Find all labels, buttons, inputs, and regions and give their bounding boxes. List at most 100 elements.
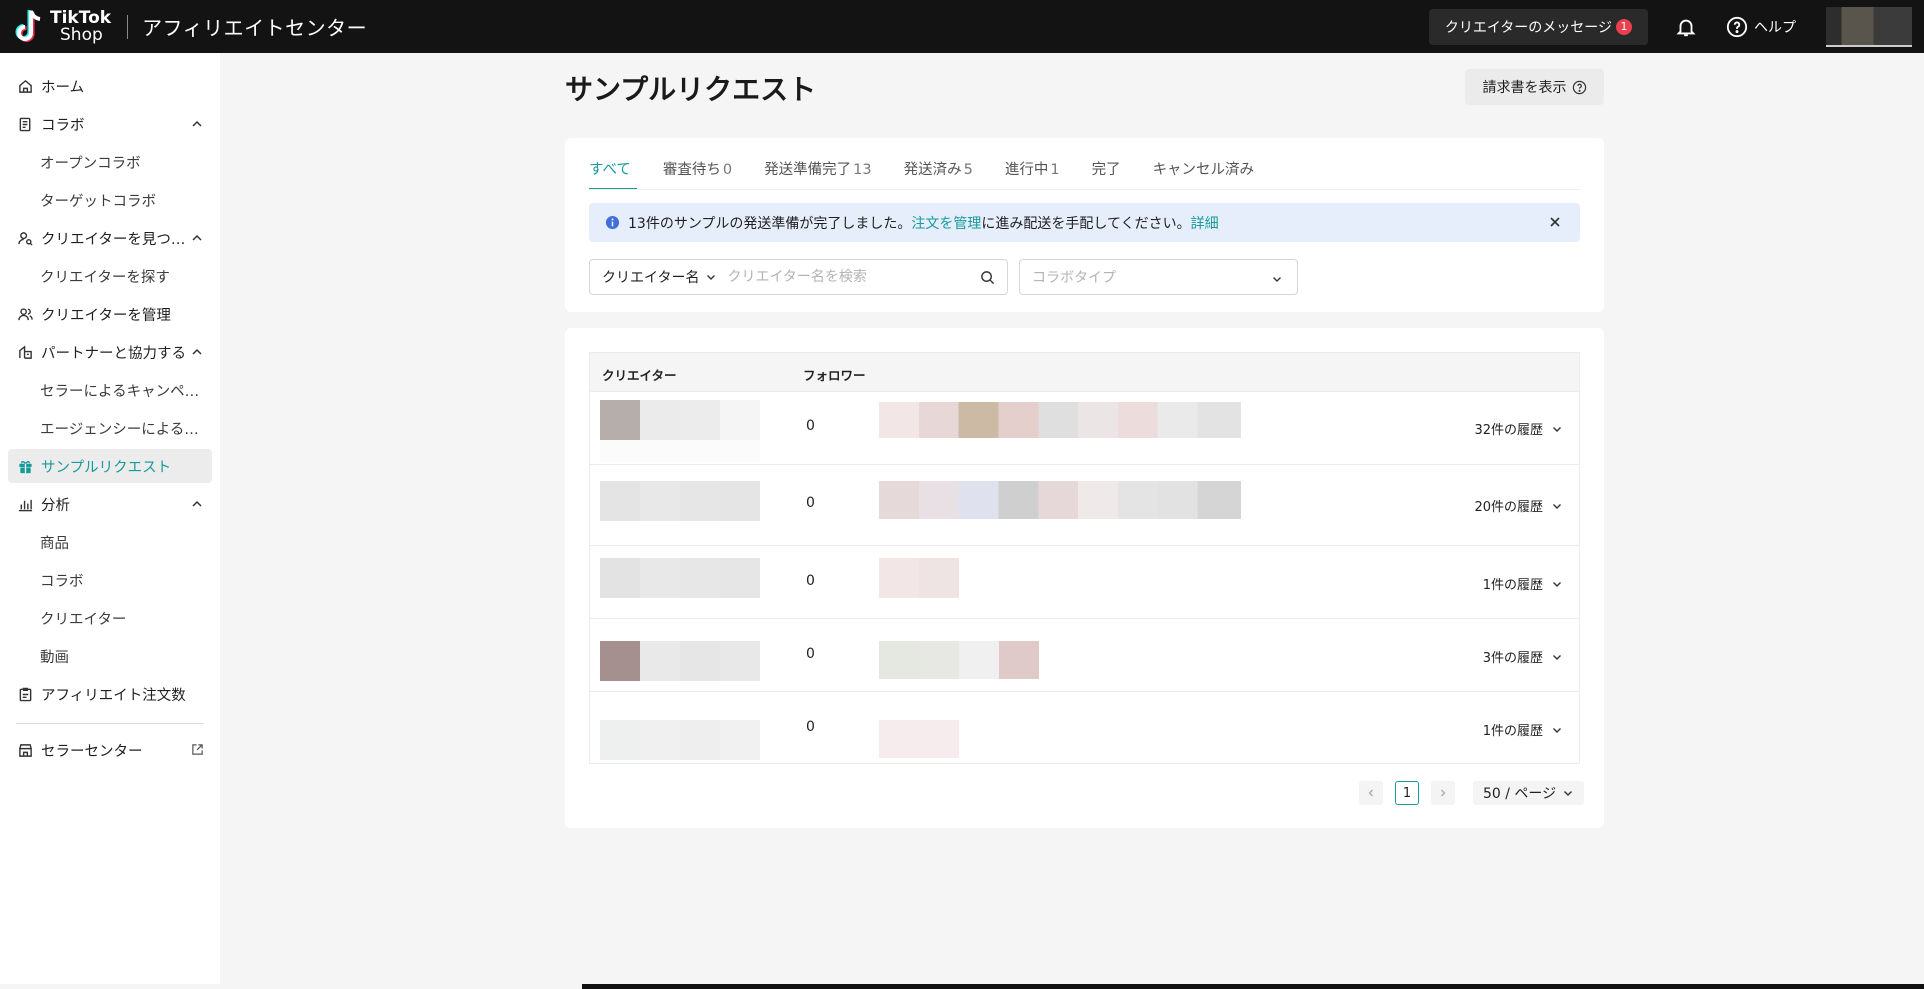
creator-avatar-redacted [600, 400, 760, 440]
tab-ready-to-ship[interactable]: 発送準備完了 13 [764, 160, 871, 190]
sidebar-item-products[interactable]: 商品 [40, 527, 69, 557]
table-row[interactable]: 0 1件の履歴 [590, 545, 1579, 618]
sidebar-item-find-creators[interactable]: クリエイターを見つ… [8, 221, 212, 255]
header-divider [127, 14, 129, 39]
page-size-select[interactable]: 50 / ページ [1473, 781, 1585, 805]
requests-table: クリエイター フォロワー 0 32件の履歴 0 20件の履歴 0 1件の履歴 0… [589, 352, 1580, 764]
filter-card: すべて 審査待ち 0 発送準備完了 13 発送済み 5 進行中 1 完了 キャンセル済み… [565, 138, 1604, 312]
follower-count: 0 [806, 573, 815, 589]
sidebar-item-label: セラーセンター [41, 743, 143, 760]
search-field-selector[interactable]: クリエイター名 [590, 260, 727, 294]
follower-count: 0 [806, 495, 815, 511]
tab-label: キャンセル済み [1152, 162, 1255, 178]
search-icon[interactable] [980, 270, 995, 285]
tab-label: 完了 [1091, 162, 1121, 178]
view-invoice-button[interactable]: 請求書を表示 [1465, 69, 1604, 105]
tab-in-progress[interactable]: 進行中 1 [1005, 160, 1060, 190]
chevron-right-icon [1441, 789, 1446, 797]
tab-cancelled[interactable]: キャンセル済み [1153, 160, 1255, 190]
tab-label: すべて [589, 162, 631, 178]
chevron-down-icon [707, 275, 716, 280]
sidebar-item-manage-creators[interactable]: クリエイターを管理 [8, 297, 212, 331]
table-row[interactable]: 0 32件の履歴 [590, 391, 1579, 464]
sidebar-item-collab[interactable]: コラボ [8, 107, 212, 141]
sidebar-item-affiliate-orders[interactable]: アフィリエイト注文数 [8, 677, 212, 711]
history-toggle[interactable]: 20件の履歴 [1474, 496, 1563, 515]
sidebar-item-partner[interactable]: パートナーと協力する [8, 335, 212, 369]
clipboard-list-icon [17, 116, 33, 132]
chevron-down-icon [1553, 654, 1561, 660]
bell-icon[interactable] [1672, 13, 1700, 41]
tab-label: 進行中 [1004, 162, 1049, 178]
table-row[interactable]: 0 20件の履歴 [590, 464, 1579, 545]
sidebar-item-sample-request[interactable]: サンプルリクエスト [8, 449, 212, 483]
question-circle-icon [1726, 16, 1748, 37]
help-button[interactable]: ヘルプ [1726, 16, 1796, 38]
table-row[interactable]: 0 3件の履歴 [590, 618, 1579, 691]
bottom-scrollbar[interactable] [582, 984, 1924, 989]
next-page-button[interactable] [1431, 781, 1455, 805]
product-thumbnails-redacted [879, 641, 1039, 679]
sidebar-item-label: アフィリエイト注文数 [41, 687, 186, 704]
previous-page-button[interactable] [1359, 781, 1383, 805]
sidebar-item-label: 分析 [41, 497, 70, 514]
details-link[interactable]: 詳細 [1191, 213, 1219, 233]
product-thumbnails-redacted [879, 558, 959, 598]
tab-label: 審査待ち [662, 162, 721, 178]
table-row[interactable]: 0 1件の履歴 [590, 691, 1579, 763]
tab-underline [589, 189, 1580, 190]
account-avatar[interactable] [1826, 6, 1912, 47]
info-icon [605, 215, 620, 230]
logo-text-shop: Shop [60, 24, 103, 45]
tiktok-shop-logo[interactable]: TikTok Shop [14, 0, 111, 53]
sidebar-item-label: コラボ [41, 117, 85, 134]
sidebar-item-search-creators[interactable]: クリエイターを探す [40, 261, 170, 291]
creator-avatar-redacted [600, 558, 760, 598]
sidebar-item-analytics-creators[interactable]: クリエイター [40, 603, 126, 633]
sidebar-item-label: クリエイターを見つ… [41, 231, 186, 248]
sidebar-item-label: ホーム [41, 79, 85, 96]
user-search-icon [17, 230, 33, 246]
tab-all[interactable]: すべて [589, 160, 637, 190]
chevron-up-icon [192, 234, 202, 241]
store-icon [17, 742, 33, 758]
sidebar-item-home[interactable]: ホーム [8, 69, 212, 103]
chevron-up-icon [192, 348, 202, 355]
message-count-badge: 1 [1616, 18, 1632, 35]
sidebar-item-label: サンプルリクエスト [41, 459, 172, 476]
users-icon [17, 306, 33, 322]
page-size-label: 50 / ページ [1483, 786, 1557, 802]
sidebar-item-target-collab[interactable]: ターゲットコラボ [40, 185, 156, 215]
history-toggle[interactable]: 3件の履歴 [1483, 647, 1563, 666]
history-toggle[interactable]: 1件の履歴 [1483, 574, 1563, 593]
product-thumbnails-redacted [879, 720, 959, 758]
tab-shipped[interactable]: 発送済み 5 [904, 160, 973, 190]
history-toggle[interactable]: 32件の履歴 [1474, 419, 1563, 438]
history-count: 20件の履歴 [1474, 500, 1543, 515]
sidebar-item-open-collab[interactable]: オープンコラボ [40, 147, 141, 177]
chevron-down-icon [1564, 791, 1573, 796]
search-input[interactable] [727, 262, 968, 292]
tab-pending-review[interactable]: 審査待ち 0 [663, 160, 732, 190]
history-count: 1件の履歴 [1482, 724, 1543, 739]
sidebar-item-agency[interactable]: エージェンシーによる… [40, 413, 199, 443]
help-label: ヘルプ [1754, 19, 1796, 36]
sidebar-item-analytics-collab[interactable]: コラボ [40, 565, 84, 595]
page-number-button[interactable]: 1 [1395, 781, 1419, 805]
logo-text-tiktok: TikTok [50, 7, 112, 28]
sidebar-item-videos[interactable]: 動画 [40, 641, 69, 671]
manage-orders-link[interactable]: 注文を管理 [911, 213, 981, 233]
history-toggle[interactable]: 1件の履歴 [1483, 720, 1563, 739]
product-thumbnails-redacted [879, 481, 1241, 519]
history-count: 3件の履歴 [1482, 651, 1543, 666]
creator-avatar-redacted [600, 720, 760, 760]
sidebar-item-seller-center[interactable]: セラーセンター [8, 733, 212, 767]
sidebar-item-analytics[interactable]: 分析 [8, 487, 212, 521]
sidebar-item-seller-campaign[interactable]: セラーによるキャンペ… [40, 375, 199, 405]
tab-completed[interactable]: 完了 [1092, 160, 1121, 190]
sidebar-item-label: パートナーと協力する [41, 345, 186, 362]
chevron-down-icon [1553, 581, 1561, 587]
collab-type-select[interactable]: コラボタイプ [1019, 259, 1298, 295]
close-icon[interactable] [1548, 215, 1562, 229]
creator-messages-button[interactable]: クリエイターのメッセージ 1 [1428, 8, 1648, 45]
